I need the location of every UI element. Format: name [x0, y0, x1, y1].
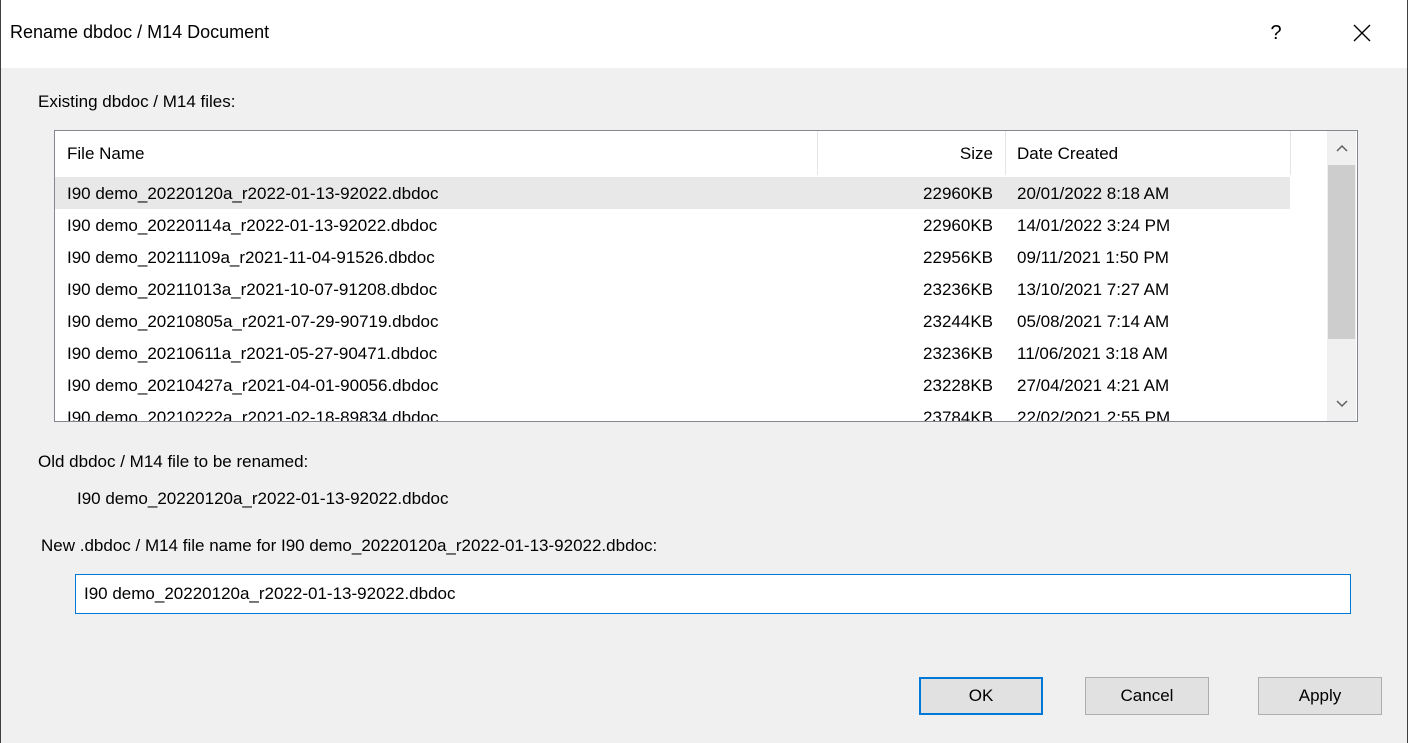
column-header-date-created[interactable]: Date Created: [1017, 131, 1118, 175]
file-name-cell: I90 demo_20211013a_r2021-10-07-91208.dbd…: [67, 280, 438, 299]
files-list[interactable]: File Name Size Date Created I90 demo_202…: [54, 130, 1358, 422]
window-title: Rename dbdoc / M14 Document: [10, 22, 270, 42]
apply-button[interactable]: Apply: [1258, 677, 1382, 715]
table-row[interactable]: I90 demo_20211109a_r2021-11-04-91526.dbd…: [55, 241, 1290, 273]
chevron-up-icon: [1335, 144, 1348, 152]
date-created-cell: 20/01/2022 8:18 AM: [1017, 184, 1170, 203]
scroll-down-button[interactable]: [1327, 387, 1356, 421]
vertical-scrollbar[interactable]: [1327, 131, 1356, 421]
date-created-cell: 14/01/2022 3:24 PM: [1017, 216, 1171, 235]
cancel-button[interactable]: Cancel: [1085, 677, 1209, 715]
date-created-cell: 05/08/2021 7:14 AM: [1017, 312, 1170, 331]
table-row[interactable]: I90 demo_20211013a_r2021-10-07-91208.dbd…: [55, 273, 1290, 305]
table-row[interactable]: I90 demo_20210222a_r2021-02-18-89834.dbd…: [55, 401, 1290, 422]
file-name-cell: I90 demo_20220114a_r2022-01-13-92022.dbd…: [67, 216, 438, 235]
table-row[interactable]: I90 demo_20210805a_r2021-07-29-90719.dbd…: [55, 305, 1290, 337]
file-size-cell: 23236KB: [923, 280, 993, 299]
date-created-cell: 13/10/2021 7:27 AM: [1017, 280, 1170, 299]
file-size-cell: 23236KB: [923, 344, 993, 363]
new-file-name-input[interactable]: [76, 575, 1350, 613]
file-size-cell: 22956KB: [923, 248, 993, 267]
file-name-cell: I90 demo_20210611a_r2021-05-27-90471.dbd…: [67, 344, 438, 363]
window-border-left: [0, 0, 1, 743]
table-row[interactable]: I90 demo_20210427a_r2021-04-01-90056.dbd…: [55, 369, 1290, 401]
table-row[interactable]: I90 demo_20220120a_r2022-01-13-92022.dbd…: [55, 177, 1290, 209]
chevron-down-icon: [1335, 400, 1348, 408]
column-header-file-name[interactable]: File Name: [67, 131, 144, 175]
close-button[interactable]: [1339, 10, 1385, 56]
new-file-name-label: New .dbdoc / M14 file name for I90 demo_…: [41, 536, 658, 555]
new-file-name-field[interactable]: [75, 574, 1351, 614]
file-name-cell: I90 demo_20210805a_r2021-07-29-90719.dbd…: [67, 312, 439, 331]
title-bar: Rename dbdoc / M14 Document ?: [1, 0, 1407, 68]
column-divider[interactable]: [817, 131, 818, 175]
close-icon: [1353, 24, 1371, 42]
file-size-cell: 23244KB: [923, 312, 993, 331]
file-size-cell: 23784KB: [923, 408, 993, 422]
file-size-cell: 22960KB: [923, 184, 993, 203]
file-name-cell: I90 demo_20210222a_r2021-02-18-89834.dbd…: [67, 408, 439, 422]
table-row[interactable]: I90 demo_20210611a_r2021-05-27-90471.dbd…: [55, 337, 1290, 369]
scroll-up-button[interactable]: [1327, 131, 1356, 165]
existing-files-label: Existing dbdoc / M14 files:: [38, 92, 236, 111]
file-size-cell: 22960KB: [923, 216, 993, 235]
column-divider[interactable]: [1290, 131, 1291, 175]
scroll-thumb[interactable]: [1328, 165, 1355, 339]
file-name-cell: I90 demo_20220120a_r2022-01-13-92022.dbd…: [67, 184, 439, 203]
date-created-cell: 11/06/2021 3:18 AM: [1017, 344, 1168, 363]
date-created-cell: 27/04/2021 4:21 AM: [1017, 376, 1170, 395]
help-button[interactable]: ?: [1253, 10, 1299, 56]
file-name-cell: I90 demo_20210427a_r2021-04-01-90056.dbd…: [67, 376, 439, 395]
file-name-cell: I90 demo_20211109a_r2021-11-04-91526.dbd…: [67, 248, 435, 267]
ok-button[interactable]: OK: [919, 677, 1043, 715]
column-divider[interactable]: [1005, 131, 1006, 175]
file-size-cell: 23228KB: [923, 376, 993, 395]
old-file-value: I90 demo_20220120a_r2022-01-13-92022.dbd…: [77, 489, 449, 508]
column-header-size[interactable]: Size: [825, 131, 993, 175]
list-header: File Name Size Date Created: [55, 131, 1327, 175]
date-created-cell: 22/02/2021 2:55 PM: [1017, 408, 1171, 422]
table-row[interactable]: I90 demo_20220114a_r2022-01-13-92022.dbd…: [55, 209, 1290, 241]
date-created-cell: 09/11/2021 1:50 PM: [1017, 248, 1169, 267]
old-file-label: Old dbdoc / M14 file to be renamed:: [38, 452, 309, 471]
